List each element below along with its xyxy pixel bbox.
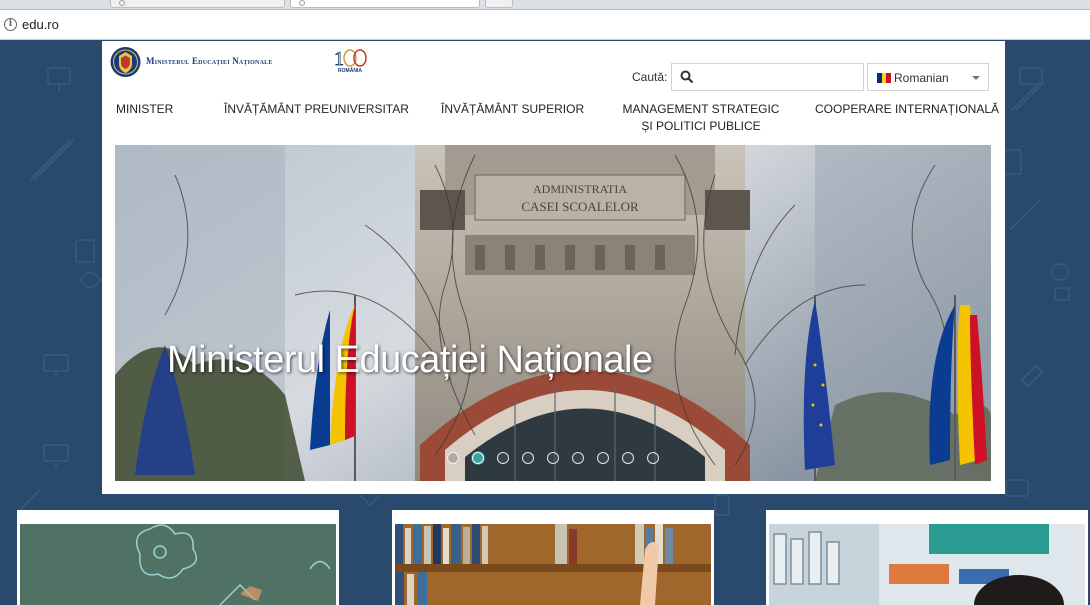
nav-item-cooperare[interactable]: COOPERARE INTERNAȚIONALĂ [815, 101, 999, 118]
hero-slider[interactable]: ADMINISTRATIA CASEI SCOALELOR Ministerul… [115, 145, 991, 481]
nav-item-management[interactable]: MANAGEMENT STRATEGIC ȘI POLITICI PUBLICE [622, 101, 780, 135]
news-card-3[interactable] [766, 510, 1088, 605]
centenar-logo[interactable]: 1 ROMÂNIA [332, 45, 368, 79]
coat-of-arms-logo[interactable] [110, 44, 141, 80]
centenar-icon: 1 [334, 48, 367, 70]
svg-text:ADMINISTRATIA: ADMINISTRATIA [533, 182, 627, 196]
slider-dot[interactable] [572, 452, 584, 464]
browser-tabstrip [0, 0, 1090, 10]
new-tab-button[interactable] [485, 0, 513, 8]
page-icon [299, 0, 305, 6]
language-select[interactable]: Romanian [867, 63, 989, 91]
slider-dot[interactable] [522, 452, 534, 464]
svg-text:1: 1 [334, 48, 344, 69]
slider-dot[interactable] [547, 452, 559, 464]
search-icon[interactable] [680, 70, 694, 84]
nav-item-superior[interactable]: ÎNVĂȚĂMÂNT SUPERIOR [441, 101, 584, 118]
language-label: Romanian [894, 71, 949, 85]
bookshelf-image [395, 524, 711, 605]
romania-flag-icon [877, 73, 892, 83]
browser-tab[interactable] [110, 0, 285, 8]
slider-dot-active[interactable] [472, 452, 484, 464]
svg-text:CASEI SCOALELOR: CASEI SCOALELOR [521, 199, 639, 214]
news-card-1[interactable] [17, 510, 339, 605]
ministry-logo-text[interactable]: Ministerul Educației Naționale [146, 56, 273, 66]
slider-dot[interactable] [497, 452, 509, 464]
search-label: Caută: [632, 70, 668, 84]
slider-dots [447, 452, 659, 464]
hero-title: Ministerul Educației Naționale [167, 339, 653, 381]
laboratory-image [769, 524, 1085, 605]
chalkboard-image [20, 524, 336, 605]
browser-tab-active[interactable] [290, 0, 480, 8]
news-card-2[interactable] [392, 510, 714, 605]
slider-dot[interactable] [622, 452, 634, 464]
nav-item-minister[interactable]: MINISTER [116, 101, 173, 118]
site-container: Ministerul Educației Naționale 1 ROMÂNIA… [102, 41, 1005, 494]
slider-dot[interactable] [647, 452, 659, 464]
slider-dot[interactable] [447, 452, 459, 464]
centenar-label: ROMÂNIA [338, 68, 362, 74]
address-bar[interactable]: i edu.ro [0, 10, 1090, 40]
hero-image: ADMINISTRATIA CASEI SCOALELOR [115, 145, 991, 481]
page-icon [119, 0, 125, 6]
nav-item-preuniversitar[interactable]: ÎNVĂȚĂMÂNT PREUNIVERSITAR [224, 101, 409, 118]
search-input[interactable] [671, 63, 864, 91]
info-icon[interactable]: i [4, 18, 17, 31]
slider-dot[interactable] [597, 452, 609, 464]
chevron-down-icon [972, 76, 980, 80]
url-text[interactable]: edu.ro [22, 17, 59, 32]
